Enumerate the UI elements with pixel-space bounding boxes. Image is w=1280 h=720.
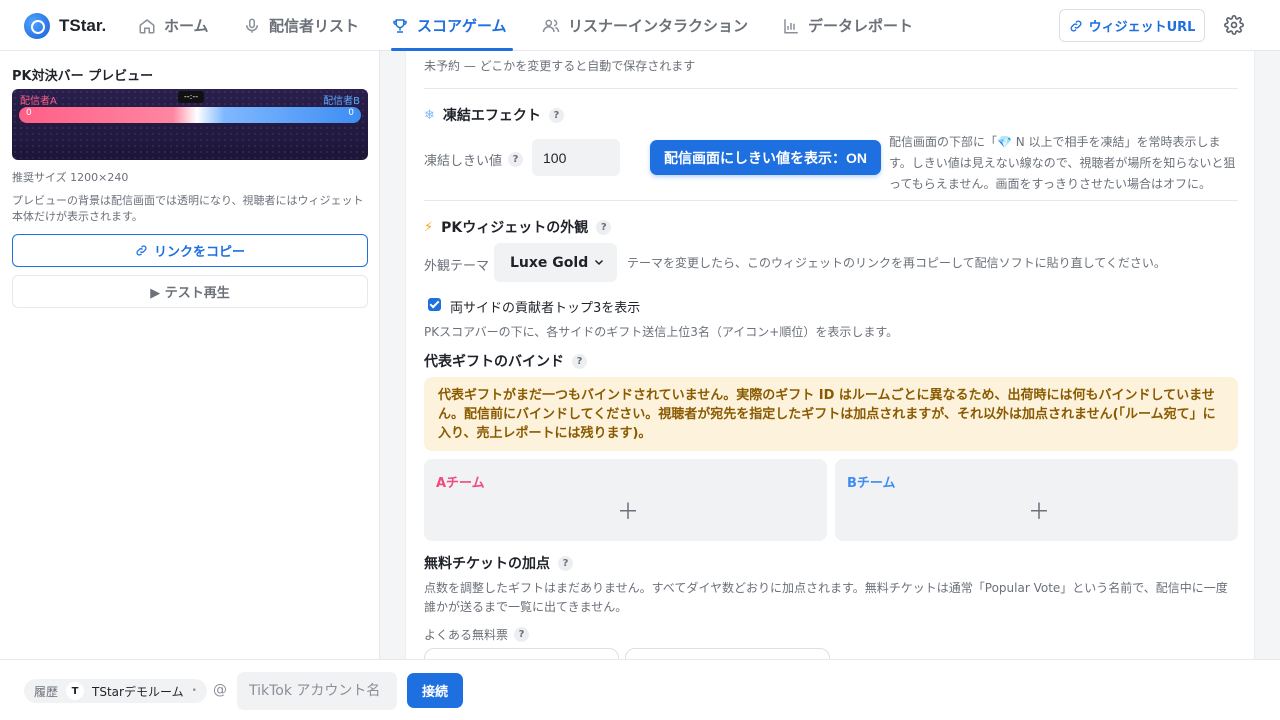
free-ticket-description: 点数を調整したギフトはまだありません。すべてダイヤ数どおりに加点されます。無料チ… bbox=[424, 581, 1228, 614]
theme-label: 外観テーマ bbox=[424, 259, 490, 274]
history-label: 履歴 bbox=[34, 684, 59, 699]
appearance-title-text: PKウィジェットの外観 bbox=[441, 220, 589, 236]
nav-item-data-report[interactable]: データレポート bbox=[782, 0, 913, 51]
add-icon[interactable]: ＋ bbox=[1028, 494, 1050, 526]
lightning-icon: ⚡ bbox=[424, 219, 434, 235]
pk-timer: --:-- bbox=[178, 91, 204, 103]
copy-link-button[interactable]: リンクをコピー bbox=[12, 234, 368, 267]
divider bbox=[424, 88, 1238, 89]
team-a-label: Aチーム bbox=[436, 476, 485, 491]
preview-note: プレビューの背景は配信画面では透明になり、視聴者にはウィジェット本体だけが表示さ… bbox=[12, 194, 364, 223]
team-b-card[interactable]: Bチーム ＋ bbox=[835, 459, 1238, 541]
common-ticket-label-wrap: よくある無料票 ? bbox=[424, 626, 530, 643]
free-ticket-chip[interactable] bbox=[625, 648, 830, 659]
top3-hint: PKスコアバーの下に、各サイドのギフト送信上位3名（アイコン+順位）を表示します… bbox=[424, 325, 899, 339]
streamer-b-label: 配信者B bbox=[323, 96, 360, 107]
show-threshold-toggle[interactable]: 配信画面にしきい値を表示：ON bbox=[650, 140, 881, 175]
connect-button[interactable]: 接続 bbox=[407, 673, 463, 708]
nav-item-home[interactable]: ホーム bbox=[138, 0, 209, 51]
appearance-section-title: ⚡ PKウィジェットの外観 ? bbox=[424, 217, 612, 237]
preview-title: PK対決バー プレビュー bbox=[12, 69, 154, 84]
room-avatar: T bbox=[66, 682, 85, 700]
freeze-description: 配信画面の下部に「💎 N 以上で相手を凍結」を常時表示します。しきい値は見えない… bbox=[889, 135, 1236, 191]
theme-select[interactable]: Luxe Gold bbox=[494, 243, 617, 282]
tiktok-account-input[interactable] bbox=[237, 672, 397, 710]
freeze-title-text: 凍結エフェクト bbox=[442, 108, 541, 124]
top-navigation: TStar. ホーム 配信者リスト スコアゲーム リスナーインタラクション デー… bbox=[0, 0, 1280, 51]
logo-icon bbox=[24, 13, 50, 39]
microphone-icon bbox=[246, 18, 258, 33]
help-icon[interactable]: ? bbox=[514, 627, 530, 642]
divider bbox=[424, 200, 1238, 201]
connection-bar: 履歴 T TStarデモルーム • @ 接続 bbox=[0, 659, 1280, 720]
gift-binding-title-text: 代表ギフトのバインド bbox=[424, 354, 564, 370]
save-status: 未予約 — どこかを変更すると自動で保存されます bbox=[424, 59, 696, 73]
app-name: TStar. bbox=[59, 16, 107, 35]
trophy-icon bbox=[393, 18, 407, 33]
common-ticket-label: よくある無料票 bbox=[424, 628, 509, 642]
threshold-label: 凍結しきい値 bbox=[424, 154, 503, 169]
nav-item-streamer-list[interactable]: 配信者リスト bbox=[243, 0, 359, 51]
score-b: 0 bbox=[348, 108, 354, 118]
test-play-button[interactable]: ▶ テスト再生 bbox=[12, 275, 368, 308]
nav-item-listener-interaction[interactable]: リスナーインタラクション bbox=[542, 0, 748, 51]
recommended-size: 推奨サイズ 1200×240 bbox=[12, 171, 129, 184]
gift-binding-title: 代表ギフトのバインド ? bbox=[424, 351, 587, 371]
widget-url-button[interactable]: ウィジェットURL bbox=[1059, 9, 1205, 42]
theme-select-value: Luxe Gold bbox=[510, 254, 589, 271]
nav-item-score-game[interactable]: スコアゲーム bbox=[391, 0, 513, 51]
gear-icon[interactable] bbox=[1224, 15, 1244, 35]
team-a-card[interactable]: Aチーム ＋ bbox=[424, 459, 827, 541]
top3-label: 両サイドの貢献者トップ3を表示 bbox=[450, 301, 641, 316]
threshold-label-wrap: 凍結しきい値 ? bbox=[424, 150, 524, 169]
pk-score-bar bbox=[19, 107, 361, 123]
copy-link-label: リンクをコピー bbox=[153, 245, 245, 260]
home-icon bbox=[139, 18, 155, 33]
team-b-label: Bチーム bbox=[847, 476, 896, 491]
free-ticket-title-text: 無料チケットの加点 bbox=[424, 556, 550, 572]
nav-item-label: リスナーインタラクション bbox=[568, 17, 749, 35]
dropdown-dot-icon: • bbox=[191, 686, 197, 696]
help-icon[interactable]: ? bbox=[558, 555, 573, 571]
binding-warning: 代表ギフトがまだ一つもバインドされていません。実際のギフト ID はルームごとに… bbox=[424, 377, 1238, 451]
nav-item-label: 配信者リスト bbox=[269, 17, 360, 35]
link-icon bbox=[1070, 20, 1081, 31]
top3-checkbox[interactable] bbox=[428, 298, 441, 311]
help-icon[interactable]: ? bbox=[548, 107, 564, 123]
top3-checkbox-row[interactable] bbox=[428, 298, 441, 315]
pk-bar-preview: 配信者A --:-- 配信者B 0 0 bbox=[12, 89, 368, 160]
nav-item-label: スコアゲーム bbox=[417, 17, 507, 35]
free-ticket-chip[interactable] bbox=[424, 648, 619, 659]
app-logo[interactable]: TStar. bbox=[24, 13, 106, 39]
add-icon[interactable]: ＋ bbox=[617, 494, 639, 526]
room-name: TStarデモルーム bbox=[92, 684, 184, 699]
help-icon[interactable]: ? bbox=[596, 219, 612, 235]
score-a: 0 bbox=[26, 108, 32, 118]
widget-url-label: ウィジェットURL bbox=[1088, 20, 1196, 35]
streamer-a-label: 配信者A bbox=[20, 96, 57, 107]
settings-panel: 未予約 — どこかを変更すると自動で保存されます ❄ 凍結エフェクト ? 凍結し… bbox=[405, 51, 1255, 659]
theme-hint: テーマを変更したら、このウィジェットのリンクを再コピーして配信ソフトに貼り直して… bbox=[627, 256, 1166, 270]
nav-item-label: ホーム bbox=[164, 17, 209, 35]
preview-panel: PK対決バー プレビュー 配信者A --:-- 配信者B 0 0 推奨サイズ 1… bbox=[0, 51, 380, 659]
freeze-section-title: ❄ 凍結エフェクト ? bbox=[424, 105, 564, 125]
at-symbol: @ bbox=[213, 682, 227, 698]
help-icon[interactable]: ? bbox=[508, 152, 524, 167]
free-ticket-title: 無料チケットの加点 ? bbox=[424, 553, 573, 573]
nav-item-label: データレポート bbox=[808, 17, 914, 35]
history-selector[interactable]: 履歴 T TStarデモルーム • bbox=[24, 679, 207, 703]
users-icon bbox=[542, 19, 560, 32]
link-icon bbox=[136, 245, 147, 256]
snowflake-icon: ❄ bbox=[424, 107, 435, 123]
help-icon[interactable]: ? bbox=[572, 353, 587, 369]
bar-chart-icon bbox=[784, 18, 798, 33]
test-play-label: ▶ テスト再生 bbox=[150, 286, 230, 301]
threshold-input[interactable] bbox=[532, 139, 620, 176]
chevron-down-icon bbox=[594, 259, 604, 266]
